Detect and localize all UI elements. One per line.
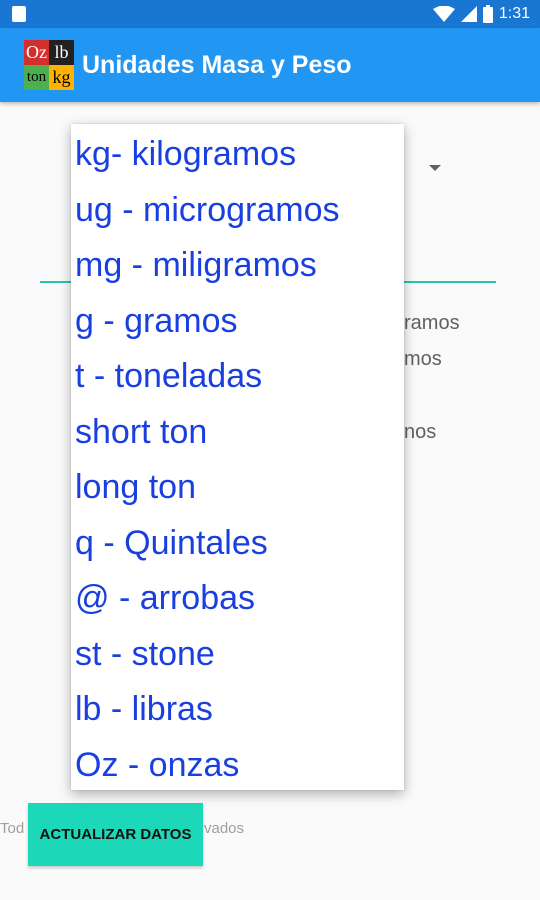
- background-text-2: mos: [404, 348, 442, 370]
- unit-dropdown-menu: kg- kilogramos ug - microgramos mg - mil…: [71, 124, 404, 790]
- status-time: 1:31: [498, 5, 530, 22]
- footer-text-end: vados: [204, 820, 245, 837]
- dropdown-option-q[interactable]: q - Quintales: [71, 519, 404, 575]
- battery-icon: [482, 5, 493, 23]
- logo-text-kg: kg: [49, 65, 74, 90]
- dropdown-option-short-ton[interactable]: short ton: [71, 408, 404, 464]
- logo-text-ton: ton: [24, 65, 49, 90]
- sd-card-icon: [12, 6, 26, 22]
- dropdown-option-ug[interactable]: ug - microgramos: [71, 186, 404, 242]
- logo-text-oz: Oz: [24, 40, 49, 65]
- dropdown-option-kg[interactable]: kg- kilogramos: [71, 130, 404, 186]
- background-text-1: ramos: [404, 312, 460, 334]
- update-data-button[interactable]: ACTUALIZAR DATOS: [28, 803, 203, 866]
- dropdown-option-long-ton[interactable]: long ton: [71, 463, 404, 519]
- wifi-icon: [432, 6, 455, 22]
- app-bar: Oz lb ton kg Unidades Masa y Peso: [0, 28, 540, 102]
- dropdown-option-t[interactable]: t - toneladas: [71, 352, 404, 408]
- background-text-3: nos: [404, 421, 437, 443]
- dropdown-option-st[interactable]: st - stone: [71, 630, 404, 686]
- status-bar: 1:31: [0, 0, 540, 28]
- signal-icon: [460, 6, 477, 22]
- dropdown-option-lb[interactable]: lb - libras: [71, 685, 404, 741]
- dropdown-option-oz[interactable]: Oz - onzas: [71, 741, 404, 797]
- logo-text-lb: lb: [49, 40, 74, 65]
- dropdown-option-g[interactable]: g - gramos: [71, 297, 404, 353]
- footer-text-start: Tod: [0, 820, 25, 837]
- dropdown-option-mg[interactable]: mg - miligramos: [71, 241, 404, 297]
- spinner-caret-icon[interactable]: [429, 165, 441, 171]
- app-logo-icon: Oz lb ton kg: [24, 40, 74, 90]
- dropdown-option-arrobas[interactable]: @ - arrobas: [71, 574, 404, 630]
- app-title: Unidades Masa y Peso: [82, 51, 352, 79]
